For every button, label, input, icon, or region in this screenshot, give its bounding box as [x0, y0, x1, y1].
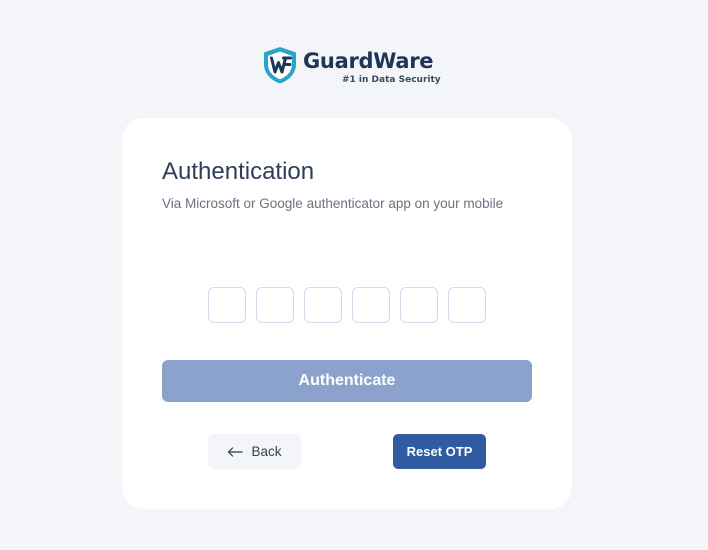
otp-digit-1[interactable] [208, 287, 246, 323]
back-button[interactable]: Back [208, 434, 301, 469]
reset-otp-button[interactable]: Reset OTP [393, 434, 486, 469]
shield-logo-icon [264, 47, 296, 84]
otp-digit-4[interactable] [352, 287, 390, 323]
brand-logo: GuardWare #1 in Data Security [261, 45, 441, 89]
otp-digit-2[interactable] [256, 287, 294, 323]
otp-digit-3[interactable] [304, 287, 342, 323]
page-subtitle: Via Microsoft or Google authenticator ap… [162, 196, 504, 211]
authenticate-button[interactable]: Authenticate [162, 360, 532, 402]
brand-tagline: #1 in Data Security [342, 75, 441, 85]
page-title: Authentication [162, 158, 315, 185]
arrow-left-icon [228, 446, 244, 457]
otp-digit-5[interactable] [400, 287, 438, 323]
brand-name: GuardWare [303, 49, 434, 73]
otp-digit-6[interactable] [448, 287, 486, 323]
auth-card: Authentication Via Microsoft or Google a… [122, 118, 572, 509]
back-button-label: Back [251, 444, 282, 459]
